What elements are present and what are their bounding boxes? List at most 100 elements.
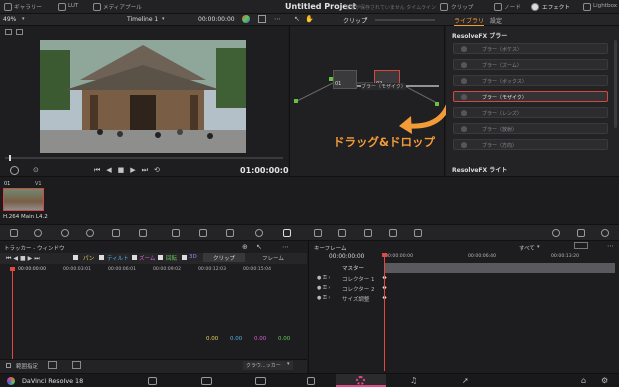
viewer-scrubber[interactable] [5,157,283,159]
keyframe-playhead-handle[interactable] [382,253,387,257]
stabilizer-icon[interactable] [48,361,57,369]
library-scrollbar[interactable] [614,40,617,128]
fusion-page-icon[interactable] [307,377,315,385]
media-pool-icon[interactable] [93,3,101,11]
settings-icon[interactable]: ⚙ [601,376,608,385]
cloud-tracker-icon[interactable] [72,361,81,369]
blur-tool-icon[interactable] [338,229,346,237]
color-match-icon[interactable] [34,229,42,237]
pointer-tool-icon[interactable]: ↖ [256,243,262,251]
sizing-icon[interactable] [389,229,397,237]
effect-item[interactable]: ブラー（方向） [453,139,608,150]
home-icon[interactable]: ⌂ [581,376,586,385]
keyframe-options-icon[interactable]: ⋯ [607,242,614,250]
track-row-icons[interactable]: ● ⚿ › [317,275,330,281]
fairlight-page-icon[interactable]: ♫ [410,376,417,385]
checkbox-rotate[interactable] [158,255,163,260]
options-icon[interactable]: ⋯ [282,243,289,251]
effect-item[interactable]: ブラー（ボケス） [453,43,608,54]
effects-button[interactable]: エフェクト [542,3,570,11]
effect-item-selected[interactable]: ブラー（モザイク） [453,91,608,102]
gallery-view-icon[interactable] [16,29,23,35]
sync-icon[interactable]: ⊙ [33,166,39,174]
checkbox-3d[interactable] [182,255,187,260]
timeline-name[interactable]: Timeline 1 [127,16,158,23]
info-icon[interactable] [601,229,609,237]
keyframe-playhead[interactable] [384,253,385,371]
color-icon[interactable] [242,15,250,23]
motion-effects-icon[interactable] [139,229,147,237]
tab-frame[interactable]: フレーム [262,254,284,262]
media-page-icon[interactable] [148,377,157,385]
nodes-button[interactable]: ノード [504,3,521,11]
timeline-dropdown-icon[interactable]: ▾ [162,16,165,22]
checkbox-zoom[interactable] [132,255,137,260]
curves-icon[interactable] [172,229,180,237]
effect-item[interactable]: ブラー（放射） [453,123,608,134]
tab-settings[interactable]: 設定 [490,16,502,25]
crosshair-icon[interactable]: ⊕ [242,243,248,251]
scrubber-handle[interactable] [9,155,11,161]
more-options-icon[interactable]: ⋯ [274,15,281,23]
tracker-type-select[interactable]: クラウ...ッカー [243,361,293,370]
nodes-icon[interactable] [494,3,502,11]
tracker-playhead[interactable] [12,268,13,360]
toggle-pan[interactable]: パン [83,254,94,262]
viewer-options-icon[interactable] [258,15,266,23]
scopes-icon[interactable] [552,229,560,237]
magic-mask-icon[interactable] [314,229,322,237]
toggle-rotate[interactable]: 回転 [166,254,177,262]
range-checkbox[interactable] [6,363,11,368]
lightbox-icon[interactable] [583,3,591,11]
rgb-mixer-icon[interactable] [112,229,120,237]
checkbox-tilt[interactable] [99,255,104,260]
track-row-icons[interactable]: ● ⚿ › [317,285,330,291]
pointer-icon[interactable]: ↖ [294,15,300,23]
deliver-page-icon[interactable]: ➚ [462,376,469,385]
zoom-level[interactable]: 49% [3,16,16,23]
hdr-icon[interactable] [86,229,94,237]
3d-icon[interactable] [414,229,422,237]
hand-icon[interactable]: ✋ [305,15,314,23]
filter-dropdown-icon[interactable]: ▾ [537,244,540,250]
info-palette-icon[interactable] [577,229,585,237]
color-wheels-icon[interactable] [61,229,69,237]
clip-icon[interactable] [440,3,448,11]
split-view-icon[interactable] [5,29,12,35]
node-mode-select[interactable]: クリップ [343,16,367,25]
effect-item[interactable]: ブラー（ズーム） [453,59,608,70]
media-pool-button[interactable]: メディアプール [103,3,142,11]
checkbox-pan[interactable] [73,255,78,260]
window-icon[interactable] [255,229,263,237]
lut-button[interactable]: LUT [68,3,78,9]
toggle-3d[interactable]: 3D [189,254,197,260]
tracker-playhead-handle[interactable] [10,267,15,271]
lightbox-button[interactable]: Lightbox [593,3,617,9]
color-page-icon[interactable] [356,376,365,385]
qualifier-icon[interactable] [226,229,234,237]
mode-dropdown-icon[interactable]: ▾ [365,16,368,22]
gallery-icon[interactable] [4,3,12,11]
clip-button[interactable]: クリップ [451,3,473,11]
tab-clip[interactable]: クリップ [203,253,245,262]
lut-icon[interactable] [58,3,66,11]
node-01[interactable]: 01 [333,70,357,89]
track-row-icons[interactable]: ● ⚿ › [317,295,330,301]
toggle-tilt[interactable]: ティルト [107,254,129,262]
clip-thumbnail[interactable] [3,188,44,211]
track-buttons[interactable]: ⏮◀■▶⏭ [6,255,42,263]
tab-library[interactable]: ライブラリ [454,16,485,26]
effects-icon[interactable] [531,3,539,11]
tracker-icon[interactable] [283,229,291,237]
node-zoom-slider[interactable] [375,19,435,21]
key-icon[interactable] [364,229,372,237]
gallery-button[interactable]: ギャラリー [14,3,42,11]
effect-item[interactable]: ブラー（ボックス） [453,75,608,86]
effect-item[interactable]: ブラー（レンズ） [453,107,608,118]
cut-page-icon[interactable] [201,377,212,385]
camera-raw-icon[interactable] [10,229,18,237]
select-dropdown-icon[interactable]: ▾ [287,361,290,367]
master-track-bar[interactable] [384,263,615,273]
zoom-dropdown-icon[interactable]: ▾ [22,16,25,22]
audio-icon[interactable] [10,166,19,175]
